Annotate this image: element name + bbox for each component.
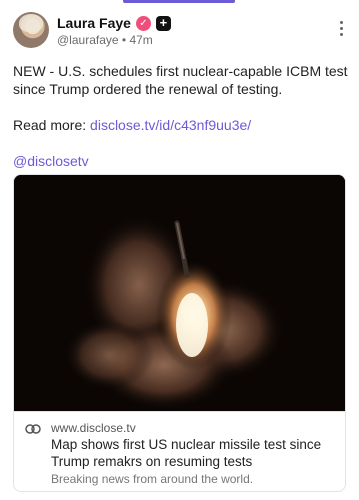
link-preview-card[interactable]: www.disclose.tv Map shows first US nucle… — [13, 174, 346, 492]
mention-link[interactable]: @disclosetv — [13, 153, 89, 169]
link-domain: www.disclose.tv — [51, 421, 136, 435]
meta-separator: • — [121, 33, 127, 47]
more-options-icon[interactable] — [333, 16, 349, 40]
read-more-line: Read more: disclose.tv/id/c43nf9uu3e/ — [13, 116, 349, 134]
author-display-name[interactable]: Laura Faye — [57, 15, 131, 31]
post-header: Laura Faye ✓ + @laurafaye • 47m — [13, 12, 349, 50]
plus-badge-icon: + — [155, 15, 171, 31]
post-body: NEW - U.S. schedules first nuclear-capab… — [13, 62, 349, 170]
avatar[interactable] — [13, 12, 49, 48]
author-meta: @laurafaye • 47m — [57, 33, 153, 47]
link-preview-info: www.disclose.tv Map shows first US nucle… — [14, 411, 345, 491]
missile-launch-image[interactable] — [14, 175, 345, 411]
post-time[interactable]: 47m — [129, 33, 152, 47]
read-more-link[interactable]: disclose.tv/id/c43nf9uu3e/ — [90, 117, 251, 133]
link-description: Breaking news from around the world. — [51, 472, 254, 486]
author-handle[interactable]: @laurafaye — [57, 33, 119, 47]
checkmark-badge-icon: ✓ — [135, 15, 151, 31]
post: Laura Faye ✓ + @laurafaye • 47m NEW - U.… — [0, 0, 359, 500]
read-more-label: Read more: — [13, 117, 87, 133]
link-icon — [25, 424, 41, 434]
link-title[interactable]: Map shows first US nuclear missile test … — [51, 436, 337, 470]
author-name-row: Laura Faye ✓ + — [57, 14, 171, 32]
post-headline: NEW - U.S. schedules first nuclear-capab… — [13, 63, 348, 97]
